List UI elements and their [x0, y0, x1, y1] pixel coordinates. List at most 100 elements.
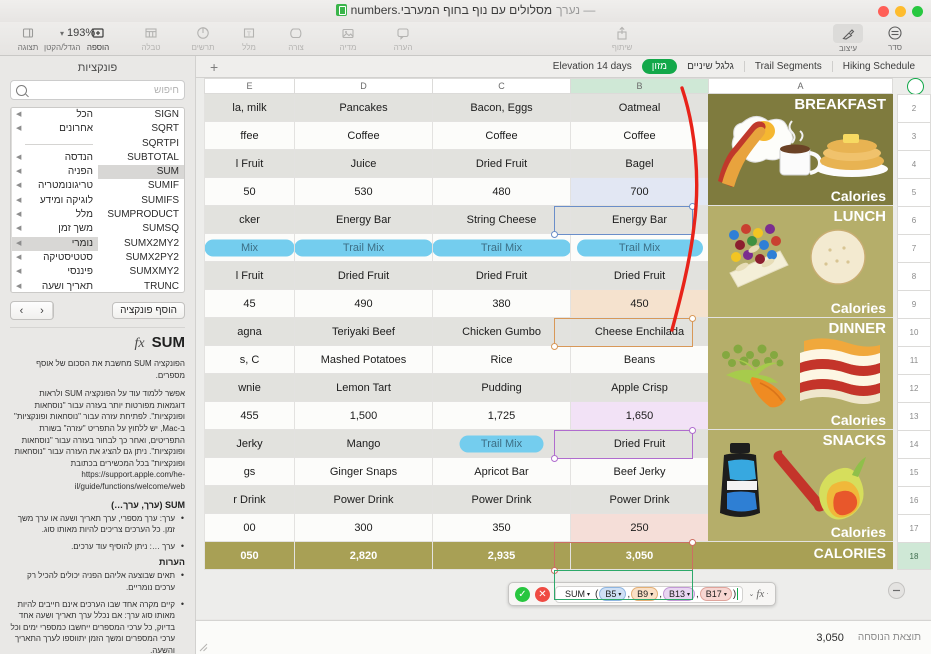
toolbar-comment-button[interactable]: הערה: [375, 24, 431, 52]
cell-D10[interactable]: Teriyaki Beef: [294, 318, 432, 346]
formula-token-function[interactable]: SUM ▾: [560, 588, 595, 600]
cell-B9[interactable]: 450: [570, 290, 708, 318]
cell-D5[interactable]: 530: [294, 178, 432, 206]
cell-D4[interactable]: Juice: [294, 150, 432, 178]
cell-D14[interactable]: Mango: [294, 430, 432, 458]
column-header-E[interactable]: E: [204, 78, 294, 94]
function-name-list[interactable]: SIGN SQRT SQRTPI SUBTOTAL SUM SUMIF SUMI…: [98, 108, 184, 292]
row-header[interactable]: 7: [897, 234, 931, 262]
list-item[interactable]: SQRT: [98, 122, 184, 136]
cell-E8[interactable]: l Fruit: [204, 262, 294, 290]
formula-token-b17[interactable]: B17 ▾: [699, 587, 732, 601]
cell-C2[interactable]: Bacon, Eggs: [432, 94, 570, 122]
cell-E14[interactable]: Jerky: [204, 430, 294, 458]
toolbar-table-button[interactable]: טבלה: [123, 24, 179, 52]
cell-A14-snacks[interactable]: SNACKS Calories: [708, 430, 893, 542]
list-item[interactable]: SUMIF: [98, 179, 184, 193]
cell-D11[interactable]: Mashed Potatoes: [294, 346, 432, 374]
cell-E16[interactable]: r Drink: [204, 486, 294, 514]
cell-E13[interactable]: 455: [204, 402, 294, 430]
list-item[interactable]: ◀ פיננסי: [12, 265, 98, 279]
cell-C17[interactable]: 350: [432, 514, 570, 542]
cell-E9[interactable]: 45: [204, 290, 294, 318]
cell-B8[interactable]: Dried Fruit: [570, 262, 708, 290]
minimize-button[interactable]: [895, 6, 906, 17]
toolbar-share-button[interactable]: שיתוף: [594, 24, 650, 52]
formula-fx-button[interactable]: ⌄ fx ·: [748, 588, 768, 600]
cell-D16[interactable]: Power Drink: [294, 486, 432, 514]
cell-E5[interactable]: 50: [204, 178, 294, 206]
formula-token-b9[interactable]: B9 ▾: [631, 587, 659, 601]
cell-E6[interactable]: cker: [204, 206, 294, 234]
close-button[interactable]: [878, 6, 889, 17]
list-item[interactable]: SQRTPI: [98, 137, 184, 151]
cell-C15[interactable]: Apricot Bar: [432, 458, 570, 486]
cell-C13[interactable]: 1,725: [432, 402, 570, 430]
toolbar-format-button[interactable]: עיצוב: [820, 24, 876, 53]
cancel-formula-button[interactable]: ✕: [535, 586, 550, 602]
cell-E7[interactable]: Mix: [204, 234, 294, 262]
nav-prev-button[interactable]: ‹: [32, 302, 53, 319]
cell-D18[interactable]: 2,820: [294, 542, 432, 570]
row-header[interactable]: 11: [897, 346, 931, 374]
cell-B3[interactable]: Coffee: [570, 122, 708, 150]
tab-elevation-14-days[interactable]: Elevation 14 days: [543, 59, 642, 74]
cell-D3[interactable]: Coffee: [294, 122, 432, 150]
tab-hiking-schedule[interactable]: Hiking Schedule: [833, 59, 925, 74]
cell-B14[interactable]: Dried Fruit: [570, 430, 708, 458]
toolbar-view-button[interactable]: תצוגה: [8, 24, 48, 52]
list-item[interactable]: SUMXMY2: [98, 265, 184, 279]
row-header[interactable]: 12: [897, 374, 931, 402]
cell-C5[interactable]: 480: [432, 178, 570, 206]
column-header-D[interactable]: D: [294, 78, 432, 94]
list-item[interactable]: SUMSQ: [98, 222, 184, 236]
cell-D13[interactable]: 1,500: [294, 402, 432, 430]
list-item-numeric[interactable]: ◀ נומרי: [12, 236, 98, 251]
row-header[interactable]: 16: [897, 486, 931, 514]
function-search-input[interactable]: [31, 84, 179, 96]
function-search-box[interactable]: [10, 80, 185, 100]
function-category-list[interactable]: ◀ הכל ◀ אחרונים ◀ הנדסה ◀ הפניה ◀ טריגונומטרי…: [11, 108, 98, 292]
cell-B7[interactable]: Trail Mix: [570, 234, 708, 262]
formula-token-b13[interactable]: B13 ▾: [662, 587, 696, 601]
cell-B2[interactable]: Oatmeal: [570, 94, 708, 122]
cell-E2[interactable]: la, milk: [204, 94, 294, 122]
cell-E12[interactable]: wnie: [204, 374, 294, 402]
list-item[interactable]: ◀ הפניה: [12, 165, 98, 179]
cell-C16[interactable]: Power Drink: [432, 486, 570, 514]
zoom-control[interactable]: ▾ 193%: [60, 27, 95, 39]
nav-next-button[interactable]: ›: [11, 302, 32, 319]
cell-C14[interactable]: Trail Mix: [432, 430, 570, 458]
list-item-sum[interactable]: SUM: [98, 165, 184, 180]
cell-E3[interactable]: ffee: [204, 122, 294, 150]
cell-B4[interactable]: Bagel: [570, 150, 708, 178]
row-header[interactable]: 5: [897, 178, 931, 206]
cell-A10-dinner[interactable]: DINNER Calories: [708, 318, 893, 430]
list-item[interactable]: ◀ תאריך ושעה: [12, 280, 98, 292]
cell-B17[interactable]: 250: [570, 514, 708, 542]
list-item[interactable]: SUMX2MY2: [98, 237, 184, 251]
cell-C7[interactable]: Trail Mix: [432, 234, 570, 262]
column-header-C[interactable]: C: [432, 78, 570, 94]
add-sheet-button[interactable]: +: [202, 59, 226, 75]
list-item[interactable]: ◀ הכל: [12, 108, 98, 122]
list-item[interactable]: SUMX2PY2: [98, 251, 184, 265]
list-item[interactable]: ◀ טריגונומטריה: [12, 179, 98, 193]
cell-C9[interactable]: 380: [432, 290, 570, 318]
row-header[interactable]: 15: [897, 458, 931, 486]
cell-E11[interactable]: s, C: [204, 346, 294, 374]
cell-B13[interactable]: 1,650: [570, 402, 708, 430]
list-item[interactable]: TRUNC: [98, 280, 184, 292]
cell-B16[interactable]: Power Drink: [570, 486, 708, 514]
row-header-selected[interactable]: 18: [897, 542, 931, 570]
cell-C11[interactable]: Rice: [432, 346, 570, 374]
cell-D17[interactable]: 300: [294, 514, 432, 542]
cell-C12[interactable]: Pudding: [432, 374, 570, 402]
cell-C10[interactable]: Chicken Gumbo: [432, 318, 570, 346]
column-header-A[interactable]: A: [708, 78, 893, 94]
cell-E18[interactable]: 050: [204, 542, 294, 570]
cell-B6[interactable]: Energy Bar: [570, 206, 708, 234]
cell-D8[interactable]: Dried Fruit: [294, 262, 432, 290]
cell-E10[interactable]: agna: [204, 318, 294, 346]
cell-B10[interactable]: Cheese Enchilada: [570, 318, 708, 346]
